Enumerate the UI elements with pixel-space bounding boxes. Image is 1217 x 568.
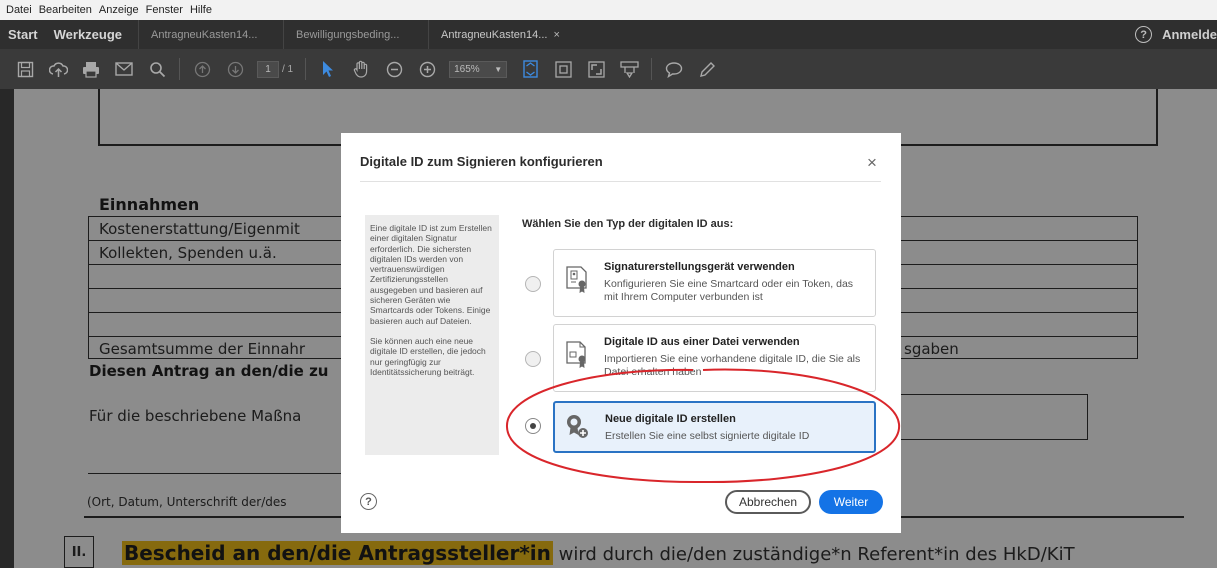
info-panel: Eine digitale ID ist zum Erstellen einer…	[365, 215, 499, 455]
zoom-in-icon[interactable]	[416, 58, 438, 80]
signin-link[interactable]: Anmelde	[1162, 27, 1217, 42]
page-total: / 1	[282, 63, 294, 75]
info-text: Eine digitale ID ist zum Erstellen einer…	[370, 223, 492, 326]
page-up-icon[interactable]	[191, 58, 213, 80]
title-divider	[360, 181, 881, 182]
tab-tools[interactable]: Werkzeuge	[46, 27, 130, 42]
comment-icon[interactable]	[663, 58, 685, 80]
reading-mode-icon[interactable]	[618, 58, 640, 80]
page-number-input[interactable]: 1	[257, 60, 279, 78]
hand-icon[interactable]	[350, 58, 372, 80]
option-description: Erstellen Sie eine selbst signierte digi…	[605, 430, 810, 442]
option-description: Importieren Sie eine vorhandene digitale…	[604, 353, 861, 378]
smartcard-certificate-icon	[566, 266, 587, 293]
upload-icon[interactable]	[47, 58, 69, 80]
pen-icon[interactable]	[696, 58, 718, 80]
file-certificate-icon	[566, 341, 586, 368]
select-cursor-icon[interactable]	[317, 58, 339, 80]
radio-new-id[interactable]	[525, 418, 541, 434]
type-prompt: Wählen Sie den Typ der digitalen ID aus:	[522, 218, 734, 230]
help-icon[interactable]: ?	[360, 493, 377, 510]
zoom-value: 165%	[454, 63, 480, 75]
fit-page-icon[interactable]	[519, 58, 541, 80]
tab-document-3[interactable]: AntragneuKasten14... ×	[428, 20, 573, 49]
search-icon[interactable]	[146, 58, 168, 80]
tab-document-label: AntragneuKasten14...	[151, 28, 258, 41]
menu-anzeige[interactable]: Anzeige	[99, 4, 139, 16]
zoom-select[interactable]: 165% ▼	[449, 60, 508, 78]
print-icon[interactable]	[80, 58, 102, 80]
menu-datei[interactable]: Datei	[6, 4, 32, 16]
tab-document-label: AntragneuKasten14...	[441, 28, 548, 41]
menu-bar: Datei Bearbeiten Anzeige Fenster Hilfe	[0, 0, 1217, 20]
tabbar-right: ? Anmelde	[1135, 20, 1217, 49]
tab-document-label: Bewilligungsbeding...	[296, 28, 400, 41]
option-smartcard[interactable]: Signaturerstellungsgerät verwenden Konfi…	[553, 249, 876, 317]
menu-bearbeiten[interactable]: Bearbeiten	[39, 4, 92, 16]
new-certificate-icon	[567, 415, 588, 438]
cancel-button[interactable]: Abbrechen	[725, 490, 811, 514]
toolbar: 1 / 1 165% ▼	[0, 49, 1217, 89]
toolbar-separator	[651, 58, 653, 80]
tab-document-1[interactable]: AntragneuKasten14...	[138, 20, 283, 49]
option-description: Konfigurieren Sie eine Smartcard oder ei…	[604, 278, 854, 303]
tab-start[interactable]: Start	[0, 27, 46, 42]
option-title: Neue digitale ID erstellen	[605, 413, 736, 425]
fullscreen-icon[interactable]	[585, 58, 607, 80]
rotate-icon[interactable]	[552, 58, 574, 80]
info-text: Sie können auch eine neue digitale ID er…	[370, 335, 486, 377]
save-icon[interactable]	[14, 58, 36, 80]
tab-bar: Start Werkzeuge AntragneuKasten14... Bew…	[0, 20, 1217, 49]
page-down-icon[interactable]	[224, 58, 246, 80]
close-icon[interactable]: ×	[867, 153, 877, 173]
menu-fenster[interactable]: Fenster	[146, 4, 183, 16]
digital-id-dialog: Digitale ID zum Signieren konfigurieren …	[341, 133, 901, 533]
toolbar-separator	[179, 58, 180, 80]
option-title: Digitale ID aus einer Datei verwenden	[604, 336, 800, 348]
dialog-title: Digitale ID zum Signieren konfigurieren	[360, 154, 603, 169]
menu-hilfe[interactable]: Hilfe	[190, 4, 212, 16]
zoom-out-icon[interactable]	[383, 58, 405, 80]
chevron-down-icon: ▼	[494, 64, 503, 74]
toolbar-separator	[305, 58, 307, 80]
option-new-id[interactable]: Neue digitale ID erstellen Erstellen Sie…	[553, 401, 876, 453]
option-file[interactable]: Digitale ID aus einer Datei verwenden Im…	[553, 324, 876, 392]
continue-button[interactable]: Weiter	[819, 490, 883, 514]
option-title: Signaturerstellungsgerät verwenden	[604, 261, 795, 273]
help-icon[interactable]: ?	[1135, 26, 1153, 43]
close-tab-icon[interactable]: ×	[553, 29, 559, 41]
radio-smartcard[interactable]	[525, 276, 541, 292]
tab-document-2[interactable]: Bewilligungsbeding...	[283, 20, 428, 49]
mail-icon[interactable]	[113, 58, 135, 80]
radio-file[interactable]	[525, 351, 541, 367]
